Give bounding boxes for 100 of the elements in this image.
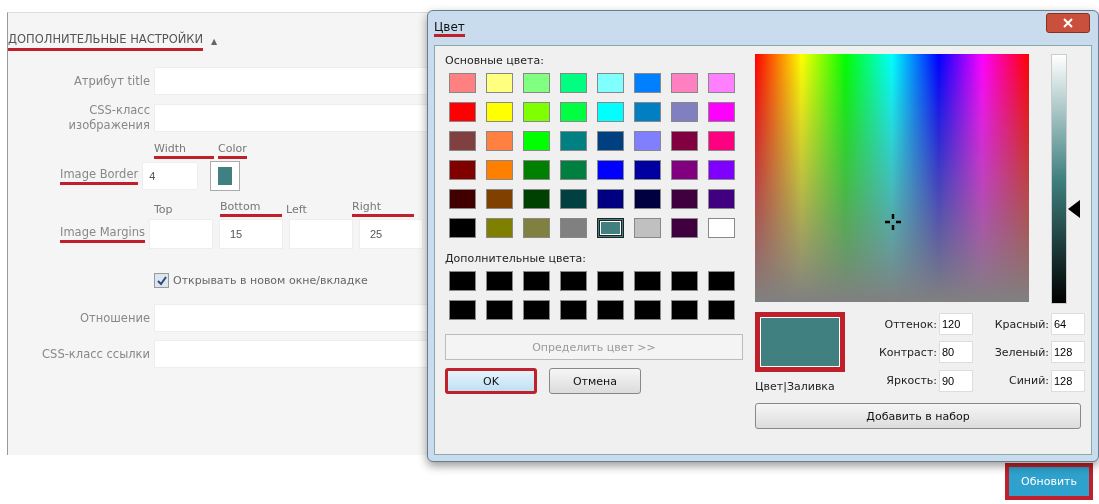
color-swatch[interactable] xyxy=(523,131,550,151)
field-label: CSS-класс изображения xyxy=(67,103,150,133)
close-icon xyxy=(1063,18,1073,28)
color-spectrum[interactable] xyxy=(755,54,1029,302)
section-heading[interactable]: ДОПОЛНИТЕЛЬНЫЕ НАСТРОЙКИ xyxy=(8,31,204,51)
color-swatch[interactable] xyxy=(486,160,513,180)
color-swatch[interactable] xyxy=(634,218,661,238)
margin-field[interactable]: 25 xyxy=(358,219,423,249)
color-swatch[interactable] xyxy=(708,218,735,238)
value-field[interactable]: 128 xyxy=(1051,341,1085,364)
color-swatch[interactable] xyxy=(523,160,550,180)
value-field[interactable]: 64 xyxy=(1051,313,1085,336)
color-swatch[interactable] xyxy=(671,218,698,238)
color-swatch[interactable] xyxy=(486,300,513,320)
color-swatch[interactable] xyxy=(634,300,661,320)
color-swatch[interactable] xyxy=(671,271,698,291)
color-swatch[interactable] xyxy=(486,131,513,151)
value-field[interactable]: 120 xyxy=(939,313,973,336)
value-label: Контраст: xyxy=(878,346,937,359)
color-swatch[interactable] xyxy=(560,102,587,122)
color-swatch[interactable] xyxy=(449,271,476,291)
color-swatch[interactable] xyxy=(671,131,698,151)
color-swatch[interactable] xyxy=(634,131,661,151)
color-swatch[interactable] xyxy=(708,300,735,320)
color-swatch[interactable] xyxy=(597,218,624,238)
color-swatch[interactable] xyxy=(523,218,550,238)
color-swatch[interactable] xyxy=(486,102,513,122)
collapse-toggle[interactable]: ▲ xyxy=(211,36,218,46)
color-swatch[interactable] xyxy=(671,73,698,93)
margin-label: Top xyxy=(154,203,174,217)
color-swatch[interactable] xyxy=(560,189,587,209)
margin-field[interactable]: 15 xyxy=(218,219,283,249)
field-label: Отношение xyxy=(79,310,150,326)
checkbox[interactable] xyxy=(154,273,169,288)
color-swatch[interactable] xyxy=(449,218,476,238)
color-swatch[interactable] xyxy=(634,160,661,180)
color-swatch[interactable] xyxy=(671,300,698,320)
value-label: Зеленый: xyxy=(994,346,1049,359)
value-label: Красный: xyxy=(994,317,1049,331)
color-picker-button[interactable] xyxy=(210,161,241,191)
color-swatch[interactable] xyxy=(708,102,735,122)
color-swatch[interactable] xyxy=(708,73,735,93)
color-swatch[interactable] xyxy=(486,218,513,238)
color-swatch[interactable] xyxy=(634,73,661,93)
color-swatch[interactable] xyxy=(671,160,698,180)
color-swatch[interactable] xyxy=(560,73,587,93)
ok-button[interactable]: OK xyxy=(445,368,537,394)
color-swatch[interactable] xyxy=(560,218,587,238)
color-swatch[interactable] xyxy=(449,131,476,151)
slider-arrow[interactable] xyxy=(1068,199,1080,218)
color-swatch[interactable] xyxy=(486,73,513,93)
field-label: CSS-класс ссылки xyxy=(41,346,150,362)
color-swatch[interactable] xyxy=(560,271,587,291)
add-to-set-button[interactable]: Добавить в набор xyxy=(755,403,1081,429)
color-swatch[interactable] xyxy=(708,189,735,209)
color-swatch[interactable] xyxy=(634,189,661,209)
margin-label: Left xyxy=(286,203,308,217)
color-swatch[interactable] xyxy=(486,271,513,291)
color-swatch[interactable] xyxy=(708,131,735,151)
color-swatch[interactable] xyxy=(708,271,735,291)
color-swatch[interactable] xyxy=(449,189,476,209)
cancel-button[interactable]: Отмена xyxy=(549,368,641,394)
color-swatch[interactable] xyxy=(597,189,624,209)
color-swatch[interactable] xyxy=(560,160,587,180)
color-swatch[interactable] xyxy=(523,271,550,291)
color-swatch[interactable] xyxy=(634,271,661,291)
color-swatch[interactable] xyxy=(597,73,624,93)
color-swatch[interactable] xyxy=(597,131,624,151)
color-swatch[interactable] xyxy=(523,102,550,122)
value-label: Синий: xyxy=(1008,374,1049,388)
color-swatch[interactable] xyxy=(449,300,476,320)
field-label: Image Border xyxy=(60,167,139,185)
color-swatch[interactable] xyxy=(449,160,476,180)
color-swatch[interactable] xyxy=(597,102,624,122)
color-swatch[interactable] xyxy=(523,300,550,320)
color-swatch[interactable] xyxy=(449,73,476,93)
color-swatch[interactable] xyxy=(597,271,624,291)
color-swatch[interactable] xyxy=(560,300,587,320)
color-swatch[interactable] xyxy=(597,300,624,320)
value-field[interactable]: 90 xyxy=(939,369,973,392)
field-label: Image Margins xyxy=(60,225,145,243)
border-width-field[interactable]: 4 xyxy=(142,162,199,190)
basic-colors-label: Основные цвета: xyxy=(445,54,545,67)
color-swatch[interactable] xyxy=(671,189,698,209)
color-swatch[interactable] xyxy=(523,189,550,209)
close-button[interactable] xyxy=(1046,13,1090,33)
value-field[interactable]: 128 xyxy=(1051,369,1085,392)
value-field[interactable]: 80 xyxy=(939,341,973,364)
crosshair-icon xyxy=(883,212,903,232)
color-swatch[interactable] xyxy=(634,102,661,122)
color-swatch[interactable] xyxy=(486,189,513,209)
color-swatch[interactable] xyxy=(597,160,624,180)
value-label: Яркость: xyxy=(886,374,937,388)
color-swatch[interactable] xyxy=(449,102,476,122)
width-label: Width xyxy=(154,142,214,159)
checkbox-label[interactable]: Открывать в новом окне/вкладке xyxy=(173,274,368,287)
color-swatch[interactable] xyxy=(671,102,698,122)
color-swatch[interactable] xyxy=(708,160,735,180)
color-swatch[interactable] xyxy=(560,131,587,151)
color-swatch[interactable] xyxy=(523,73,550,93)
